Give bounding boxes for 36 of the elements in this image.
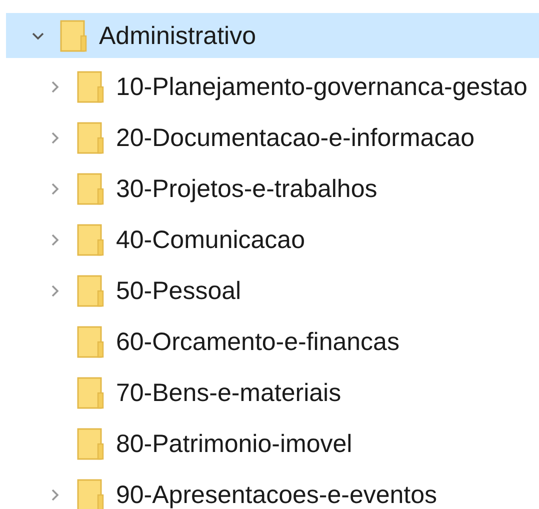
folder-icon [77,274,104,306]
folder-icon [77,172,104,204]
chevron-icon[interactable] [49,284,61,296]
folder-icon [77,224,104,256]
folder-name: 80-Patrimonio-imovel [116,428,352,458]
folder-name: 10-Planejamento-governanca-gestao [116,72,528,102]
folder-icon [77,428,104,460]
tree-item[interactable]: Administrativo [6,13,539,58]
tree-item[interactable]: 60-Orcamento-e-financas [6,316,539,367]
folder-name: 20-Documentacao-e-informacao [116,122,475,152]
folder-icon [77,326,104,358]
tree-item[interactable]: 10-Planejamento-governanca-gestao [6,61,539,112]
chevron-icon[interactable] [49,80,61,92]
tree-item[interactable]: 70-Bens-e-materiais [6,367,539,418]
tree-item[interactable]: 30-Projetos-e-trabalhos [6,163,539,214]
folder-name: Administrativo [99,20,256,50]
chevron-icon[interactable] [49,132,61,144]
folder-icon [60,20,87,52]
chevron-icon[interactable] [49,182,61,194]
chevron-icon[interactable] [49,488,61,500]
folder-name: 60-Orcamento-e-financas [116,326,400,356]
tree-item[interactable]: 40-Comunicacao [6,214,539,265]
folder-icon [77,376,104,408]
folder-name: 90-Apresentacoes-e-eventos [116,480,438,509]
tree-item[interactable]: 80-Patrimonio-imovel [6,418,539,469]
chevron-icon[interactable] [49,234,61,246]
tree-item[interactable]: 20-Documentacao-e-informacao [6,112,539,163]
folder-name: 30-Projetos-e-trabalhos [116,174,378,204]
folder-name: 40-Comunicacao [116,224,305,254]
folder-icon [77,70,104,102]
folder-icon [77,478,104,509]
folder-name: 70-Bens-e-materiais [116,378,342,408]
folder-name: 50-Pessoal [116,276,242,306]
tree-item[interactable]: 90-Apresentacoes-e-eventos [6,469,539,509]
tree-item[interactable]: 50-Pessoal [6,265,539,316]
folder-icon [77,122,104,154]
